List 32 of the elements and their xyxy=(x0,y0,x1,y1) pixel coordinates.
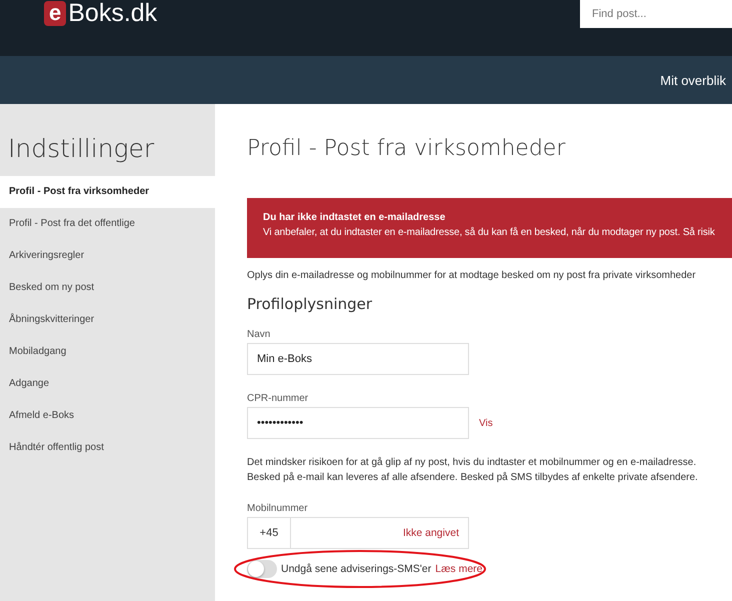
mobile-field[interactable]: Ikke angivet xyxy=(291,517,469,549)
cpr-field[interactable]: •••••••••••• xyxy=(247,407,469,439)
read-more-link[interactable]: Læs mere xyxy=(435,563,483,575)
toggle-label: Undgå sene adviserings-SMS'er xyxy=(281,563,432,575)
intro-text: Oplys din e-mailadresse og mobilnummer for at modtage besked om ny post fra private virksomheder xyxy=(247,270,697,281)
info-text: Besked på e-mail kan leveres af alle afsendere. Besked på SMS tilbydes af enkelte private afsendere. xyxy=(247,471,699,485)
name-field[interactable]: Min e-Boks xyxy=(247,343,469,375)
show-link[interactable]: Vis xyxy=(479,418,493,428)
sidebar-item[interactable]: Afmeld e-Boks xyxy=(0,400,215,432)
sidebar-item[interactable]: Profil - Post fra virksomheder xyxy=(0,176,215,208)
search-field[interactable]: Find post... xyxy=(580,0,732,28)
sidebar-item[interactable]: Håndtér offentlig post xyxy=(0,432,215,464)
alert-text: Vi anbefaler, at du indtaster en e-mailadresse, så du kan få en besked, når du modtager ny post. Så risik xyxy=(263,227,716,238)
sidebar-item[interactable]: Profil - Post fra det offentlige xyxy=(0,208,215,240)
sidebar-title: Indstillinger xyxy=(8,134,156,165)
toggle-switch[interactable] xyxy=(247,560,277,578)
sidebar-item[interactable]: Mobiladgang xyxy=(0,336,215,368)
field-label: Mobilnummer xyxy=(247,503,309,514)
section-title: Profiloplysninger xyxy=(247,295,374,313)
sidebar-item[interactable]: Åbningskvitteringer xyxy=(0,304,215,336)
alert-title: Du har ikke indtastet en e-mailadresse xyxy=(263,212,446,223)
field-label: CPR-nummer xyxy=(247,393,310,404)
country-code: +45 xyxy=(247,517,291,549)
sidebar-item[interactable]: Besked om ny post xyxy=(0,272,215,304)
sidebar-item[interactable]: Arkiveringsregler xyxy=(0,240,215,272)
sidebar-item[interactable]: Adgange xyxy=(0,368,215,400)
field-label: Navn xyxy=(247,329,272,340)
logo-mark[interactable]: e xyxy=(44,0,66,26)
info-text: Det mindsker risikoen for at gå glip af ny post, hvis du indtaster et mobilnummer og en e-mailadresse. xyxy=(247,456,698,470)
nav-link[interactable]: Mit overblik xyxy=(660,72,726,88)
page-title: Profil - Post fra virksomheder xyxy=(247,136,566,163)
logo-text[interactable]: Boks.dk xyxy=(68,0,158,26)
